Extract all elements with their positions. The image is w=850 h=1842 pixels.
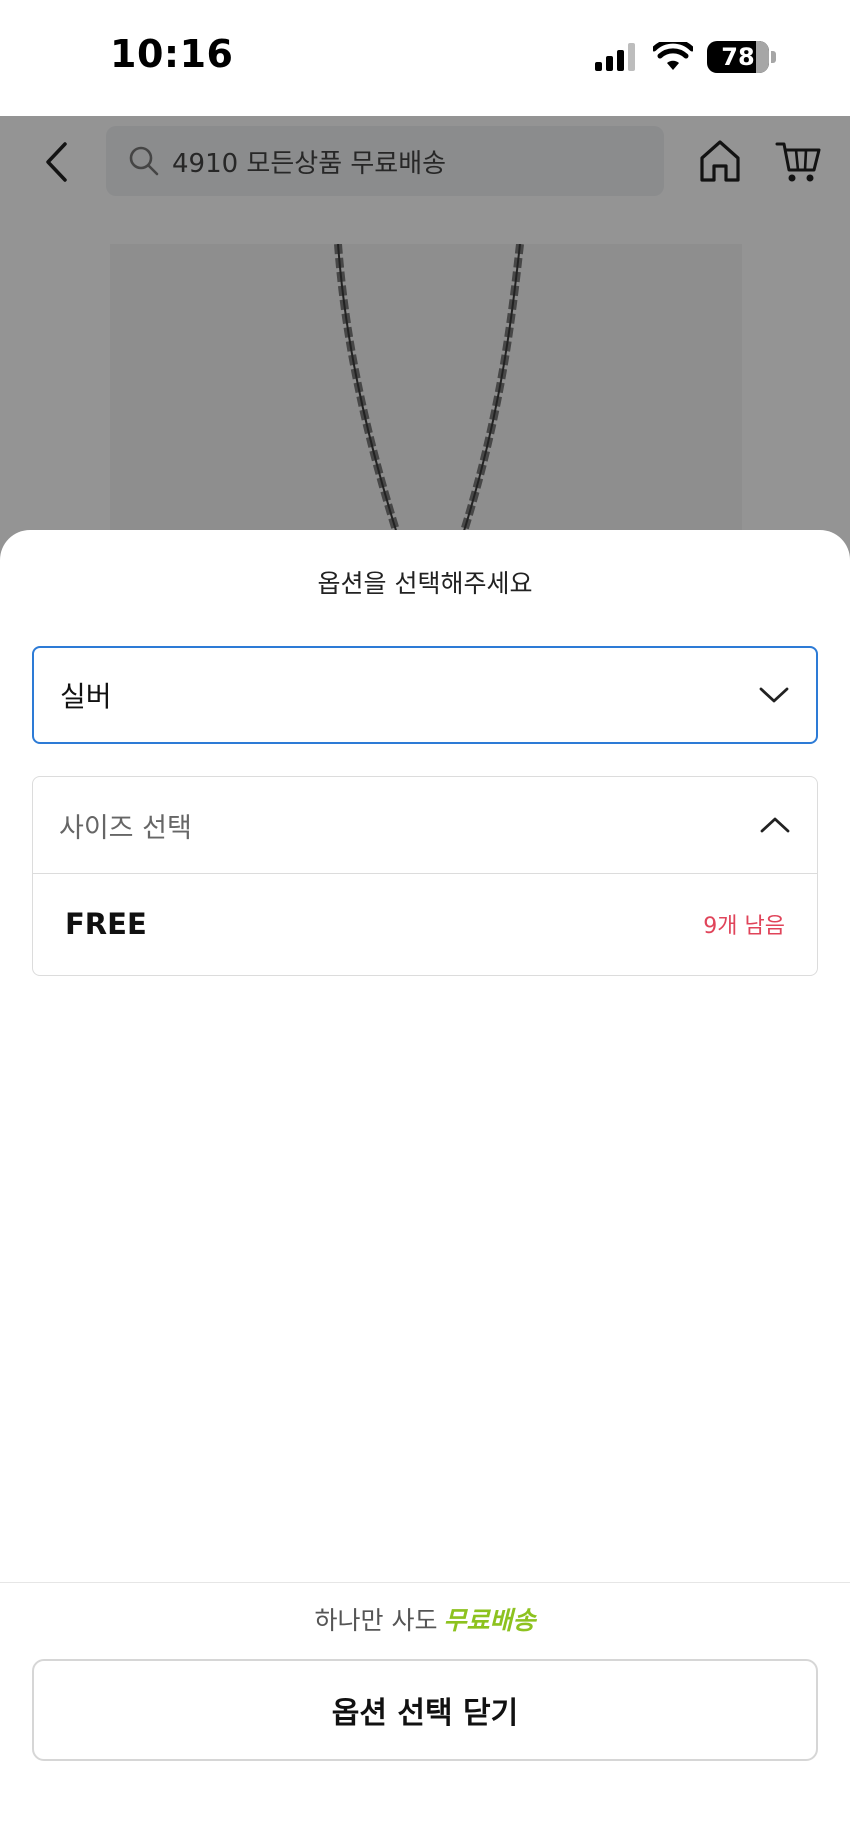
size-option-header[interactable]: 사이즈 선택: [33, 777, 817, 874]
chevron-down-icon: [759, 687, 789, 703]
stock-remaining: 9개 남음: [703, 914, 785, 939]
status-icons: 78: [595, 40, 776, 74]
wifi-icon: [653, 42, 693, 72]
status-bar: 10:16 78: [0, 0, 850, 116]
promo-accent: 무료배송: [443, 1606, 536, 1635]
size-option-label: 사이즈 선택: [59, 812, 192, 844]
size-option-name: FREE: [65, 907, 147, 941]
close-options-button[interactable]: 옵션 선택 닫기: [32, 1659, 818, 1761]
free-shipping-promo: 하나만 사도 무료배송: [0, 1601, 850, 1637]
size-option-panel: 사이즈 선택 FREE 9개 남음: [32, 776, 818, 976]
page: 10:16 78 4910 모든상품 무료배송 옵션을 선택해주세요 실버 사이…: [0, 0, 850, 1842]
chevron-up-icon: [760, 817, 790, 833]
option-bottom-sheet: 옵션을 선택해주세요 실버 사이즈 선택 FREE 9개 남음 하나만 사도 무료…: [0, 530, 850, 1842]
battery-icon: 78: [707, 41, 769, 73]
battery-tip: [771, 51, 776, 63]
sheet-footer: 하나만 사도 무료배송 옵션 선택 닫기: [0, 1582, 850, 1842]
size-option-item[interactable]: FREE 9개 남음: [33, 874, 817, 974]
color-option-select[interactable]: 실버: [32, 646, 818, 744]
status-time: 10:16: [110, 32, 234, 76]
battery-level: 78: [721, 43, 755, 71]
cellular-signal-icon: [595, 43, 639, 71]
sheet-title: 옵션을 선택해주세요: [317, 569, 533, 598]
promo-text: 하나만 사도: [314, 1606, 438, 1635]
color-option-value: 실버: [60, 680, 112, 713]
